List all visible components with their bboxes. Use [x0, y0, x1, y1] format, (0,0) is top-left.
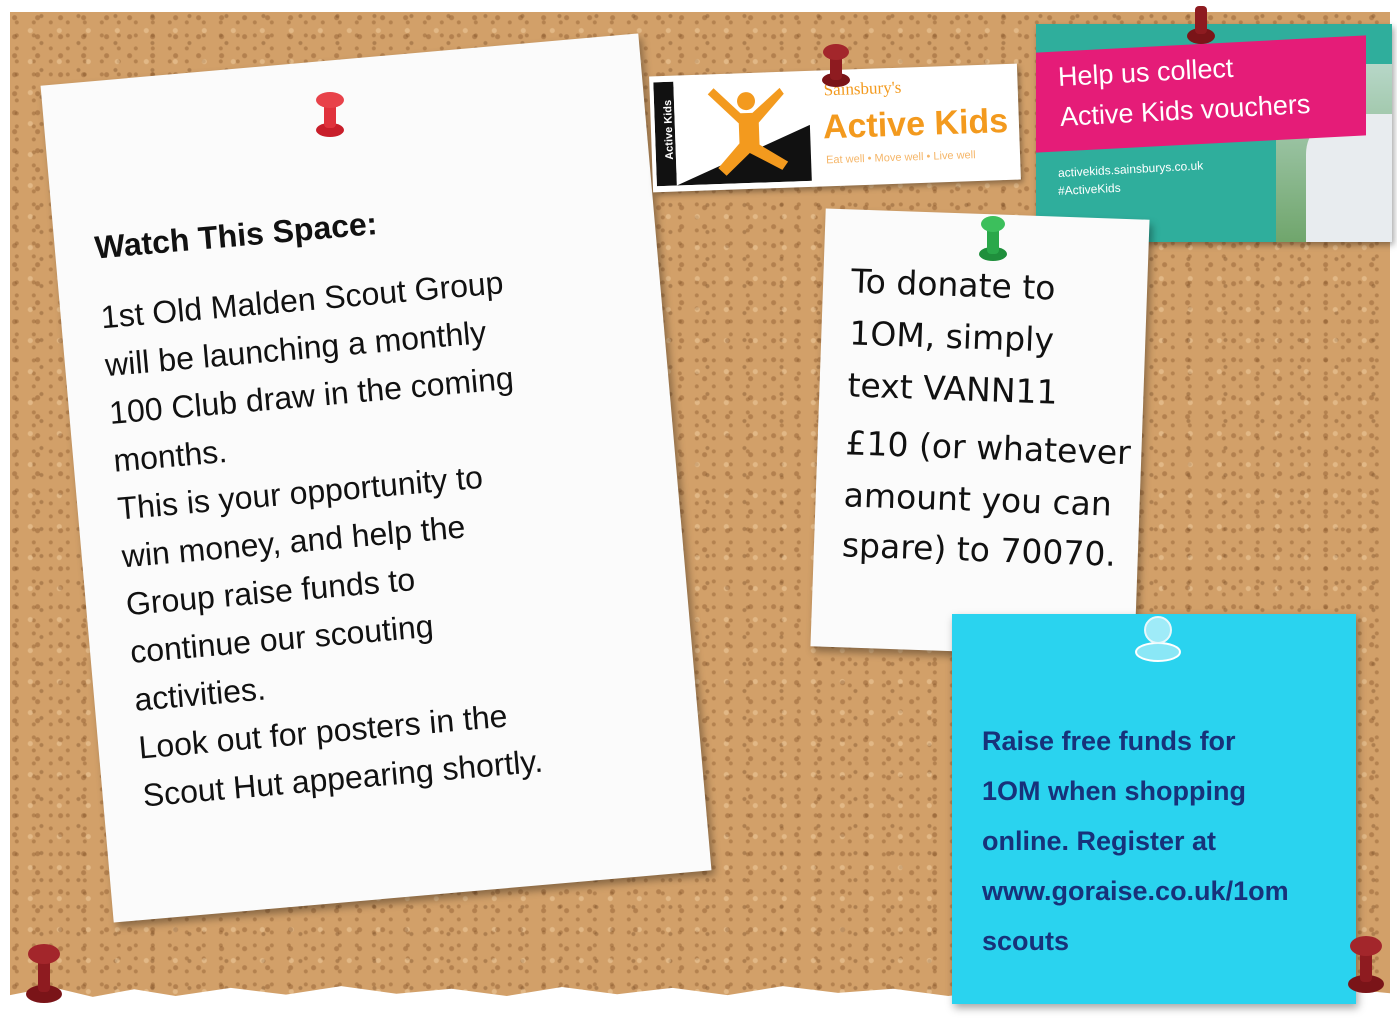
donate-line: spare) to 70070.: [841, 525, 1117, 574]
donate-line: 1OM, simply: [848, 313, 1055, 360]
watch-this-space-note: Watch This Space: 1st Old Malden Scout G…: [40, 33, 712, 923]
voucher-url: activekids.sainsburys.co.uk: [1057, 158, 1204, 180]
red-pushpin-icon: [822, 44, 850, 87]
donate-line: To donate to: [850, 261, 1057, 308]
donate-line: text VANN11: [846, 365, 1059, 412]
voucher-banner: Help us collect Active Kids vouchers act…: [1036, 24, 1392, 242]
red-pushpin-icon: [316, 92, 344, 137]
voucher-hashtag: #ActiveKids: [1057, 180, 1121, 198]
goraise-line: 1OM when shopping: [982, 776, 1246, 806]
goraise-line: online. Register at: [982, 826, 1217, 856]
active-kids-tagline: Eat well • Move well • Live well: [825, 149, 976, 167]
donate-line: amount you can: [843, 475, 1113, 524]
note-line: activities.: [132, 670, 268, 718]
goraise-line: scouts: [982, 926, 1070, 956]
goraise-line: www.goraise.co.uk/1om: [982, 876, 1289, 906]
clear-pushpin-icon: [1135, 616, 1181, 662]
active-kids-title: Active Kids: [822, 101, 1009, 147]
goraise-note: Raise free funds for 1OM when shopping o…: [952, 614, 1356, 1004]
red-pushpin-icon: [1348, 936, 1384, 993]
donate-note: To donate to 1OM, simply text VANN11 £10…: [810, 208, 1150, 658]
red-pushpin-icon: [26, 944, 62, 1003]
green-pushpin-icon: [979, 216, 1007, 261]
note-heading: Watch This Space:: [93, 205, 379, 266]
note-line: months.: [111, 432, 229, 479]
red-pushpin-icon: [1187, 6, 1215, 44]
goraise-line: Raise free funds for: [982, 726, 1236, 756]
jumping-kid-icon: [653, 76, 812, 187]
donate-line: £10 (or whatever: [844, 423, 1132, 473]
